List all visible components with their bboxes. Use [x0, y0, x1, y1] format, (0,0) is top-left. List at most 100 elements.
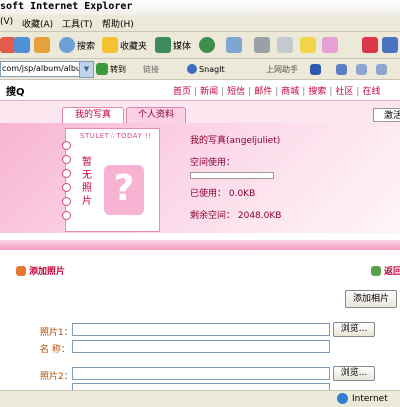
globe-icon: [337, 393, 348, 404]
menu-tools[interactable]: 工具(T): [62, 17, 93, 30]
zone-label: Internet: [352, 393, 388, 404]
nav-separator: |: [329, 87, 333, 97]
home-button[interactable]: [34, 35, 52, 55]
snagit-button[interactable]: SnagIt: [187, 62, 225, 76]
media-label: 媒体: [173, 41, 192, 52]
window-title-bar: soft Internet Explorer: [0, 0, 400, 15]
media-icon: [155, 37, 171, 53]
address-bar: com/jsp/album/albu ▼ 转到 链接 SnagIt 上网助手: [0, 59, 400, 80]
nav-search[interactable]: 搜索: [308, 87, 326, 97]
star-icon: [102, 37, 118, 53]
block-button[interactable]: [362, 35, 380, 55]
space-used-label: 空间使用：: [190, 158, 236, 168]
space-usage-bar: [190, 172, 274, 179]
nav-separator: |: [356, 87, 360, 97]
discuss-button[interactable]: [300, 35, 318, 55]
checkbox-icon: [310, 63, 321, 75]
album-cover: STULET☆TODAY !! 暂无照片 ?: [62, 128, 160, 232]
mail-button[interactable]: [226, 35, 244, 55]
binder-ring: [62, 169, 71, 178]
helper-check-icon[interactable]: [310, 62, 323, 76]
home-icon: [34, 37, 50, 53]
search-icon: [59, 37, 75, 53]
window-button[interactable]: [382, 35, 400, 55]
placeholder-question-icon: ?: [104, 165, 144, 215]
photo2-browse-button[interactable]: 浏览...: [333, 366, 375, 381]
divider-stripe: [0, 240, 400, 250]
block-icon: [362, 37, 378, 53]
tab-personal-info[interactable]: 个人资料: [126, 107, 186, 123]
nav-news[interactable]: 新闻: [200, 87, 218, 97]
activate-button[interactable]: 激活: [373, 108, 400, 122]
links-label[interactable]: 链接: [143, 62, 159, 76]
nav-mall[interactable]: 商城: [281, 87, 299, 97]
security-zone: Internet: [337, 393, 388, 404]
photo1-file-input[interactable]: [72, 323, 330, 336]
window-icon: [382, 37, 398, 53]
binder-ring: [62, 183, 71, 192]
favorites-button[interactable]: 收藏夹: [102, 35, 147, 55]
menu-favorites[interactable]: 收藏(A): [22, 17, 53, 30]
media-button[interactable]: 媒体: [155, 35, 191, 55]
return-link[interactable]: 返回: [371, 264, 400, 277]
nav-online[interactable]: 在线: [362, 87, 380, 97]
photo1-browse-button[interactable]: 浏览...: [333, 322, 375, 337]
go-button[interactable]: 转到: [96, 62, 126, 76]
tile-icon[interactable]: [356, 62, 369, 76]
nav-separator: |: [275, 87, 279, 97]
nav-home[interactable]: 首页: [173, 87, 191, 97]
restore-icon[interactable]: [376, 62, 389, 76]
history-button[interactable]: [199, 35, 217, 55]
fullscreen-glyph-icon: [336, 63, 347, 75]
nav-links: 首页 | 新闻 | 短信 | 邮件 | 商城 | 搜索 | 社区 | 在线: [173, 84, 380, 97]
fullscreen-icon[interactable]: [336, 62, 349, 76]
no-photo-text: 暂无照片: [82, 157, 92, 207]
go-label: 转到: [110, 64, 126, 74]
add-photo-button[interactable]: 添加相片: [345, 290, 397, 308]
tab-my-photos[interactable]: 我的写真: [62, 107, 124, 123]
messenger-button[interactable]: [322, 35, 340, 55]
nav-separator: |: [248, 87, 252, 97]
nav-sms[interactable]: 短信: [227, 87, 245, 97]
site-logo[interactable]: 搜Q: [6, 83, 25, 98]
restore-glyph-icon: [376, 63, 387, 75]
search-button[interactable]: 搜索: [59, 35, 95, 55]
address-dropdown-icon[interactable]: ▼: [79, 61, 94, 78]
menu-view[interactable]: (V): [0, 17, 13, 27]
nav-community[interactable]: 社区: [335, 87, 353, 97]
address-input[interactable]: com/jsp/album/albu: [0, 61, 81, 77]
print-button[interactable]: [254, 35, 272, 55]
add-photo-link-label: 添加照片: [29, 267, 66, 277]
name-label: 名 称：: [40, 345, 70, 355]
nav-mail[interactable]: 邮件: [254, 87, 272, 97]
binder-ring: [62, 211, 71, 220]
refresh-button[interactable]: [14, 35, 32, 55]
snagit-icon: [187, 64, 197, 74]
album-owner: 我的写真(angeljuliet): [190, 136, 281, 146]
add-photo-link[interactable]: 添加照片: [16, 264, 65, 277]
add-photo-icon: [16, 265, 26, 276]
online-helper-label[interactable]: 上网助手: [266, 62, 298, 76]
mail-icon: [226, 37, 242, 53]
tile-glyph-icon: [356, 63, 367, 75]
notebook-title: STULET☆TODAY !!: [80, 132, 152, 140]
site-nav: 搜Q 首页 | 新闻 | 短信 | 邮件 | 商城 | 搜索 | 社区 | 在线: [0, 80, 400, 101]
photo1-label: 照片1：: [40, 328, 73, 338]
return-icon: [371, 265, 381, 276]
nav-separator: |: [221, 87, 225, 97]
print-icon: [254, 37, 270, 53]
binder-ring: [62, 141, 71, 150]
go-arrow-icon: [96, 63, 108, 75]
snagit-label: SnagIt: [199, 64, 225, 74]
menu-bar: (V) 收藏(A) 工具(T) 帮助(H): [0, 15, 400, 32]
favorites-label: 收藏夹: [120, 41, 148, 52]
album-tabs: 我的写真 个人资料 激活: [0, 101, 400, 123]
photo2-file-input[interactable]: [72, 367, 330, 380]
photo1-name-input[interactable]: [72, 340, 330, 353]
edit-button[interactable]: [277, 35, 295, 55]
messenger-icon: [322, 37, 338, 53]
note-icon: [300, 37, 316, 53]
space-remaining-value: 剩余空间： 2048.0KB: [190, 211, 282, 221]
menu-help[interactable]: 帮助(H): [102, 17, 134, 30]
toolbar: 搜索 收藏夹 媒体: [0, 32, 400, 59]
